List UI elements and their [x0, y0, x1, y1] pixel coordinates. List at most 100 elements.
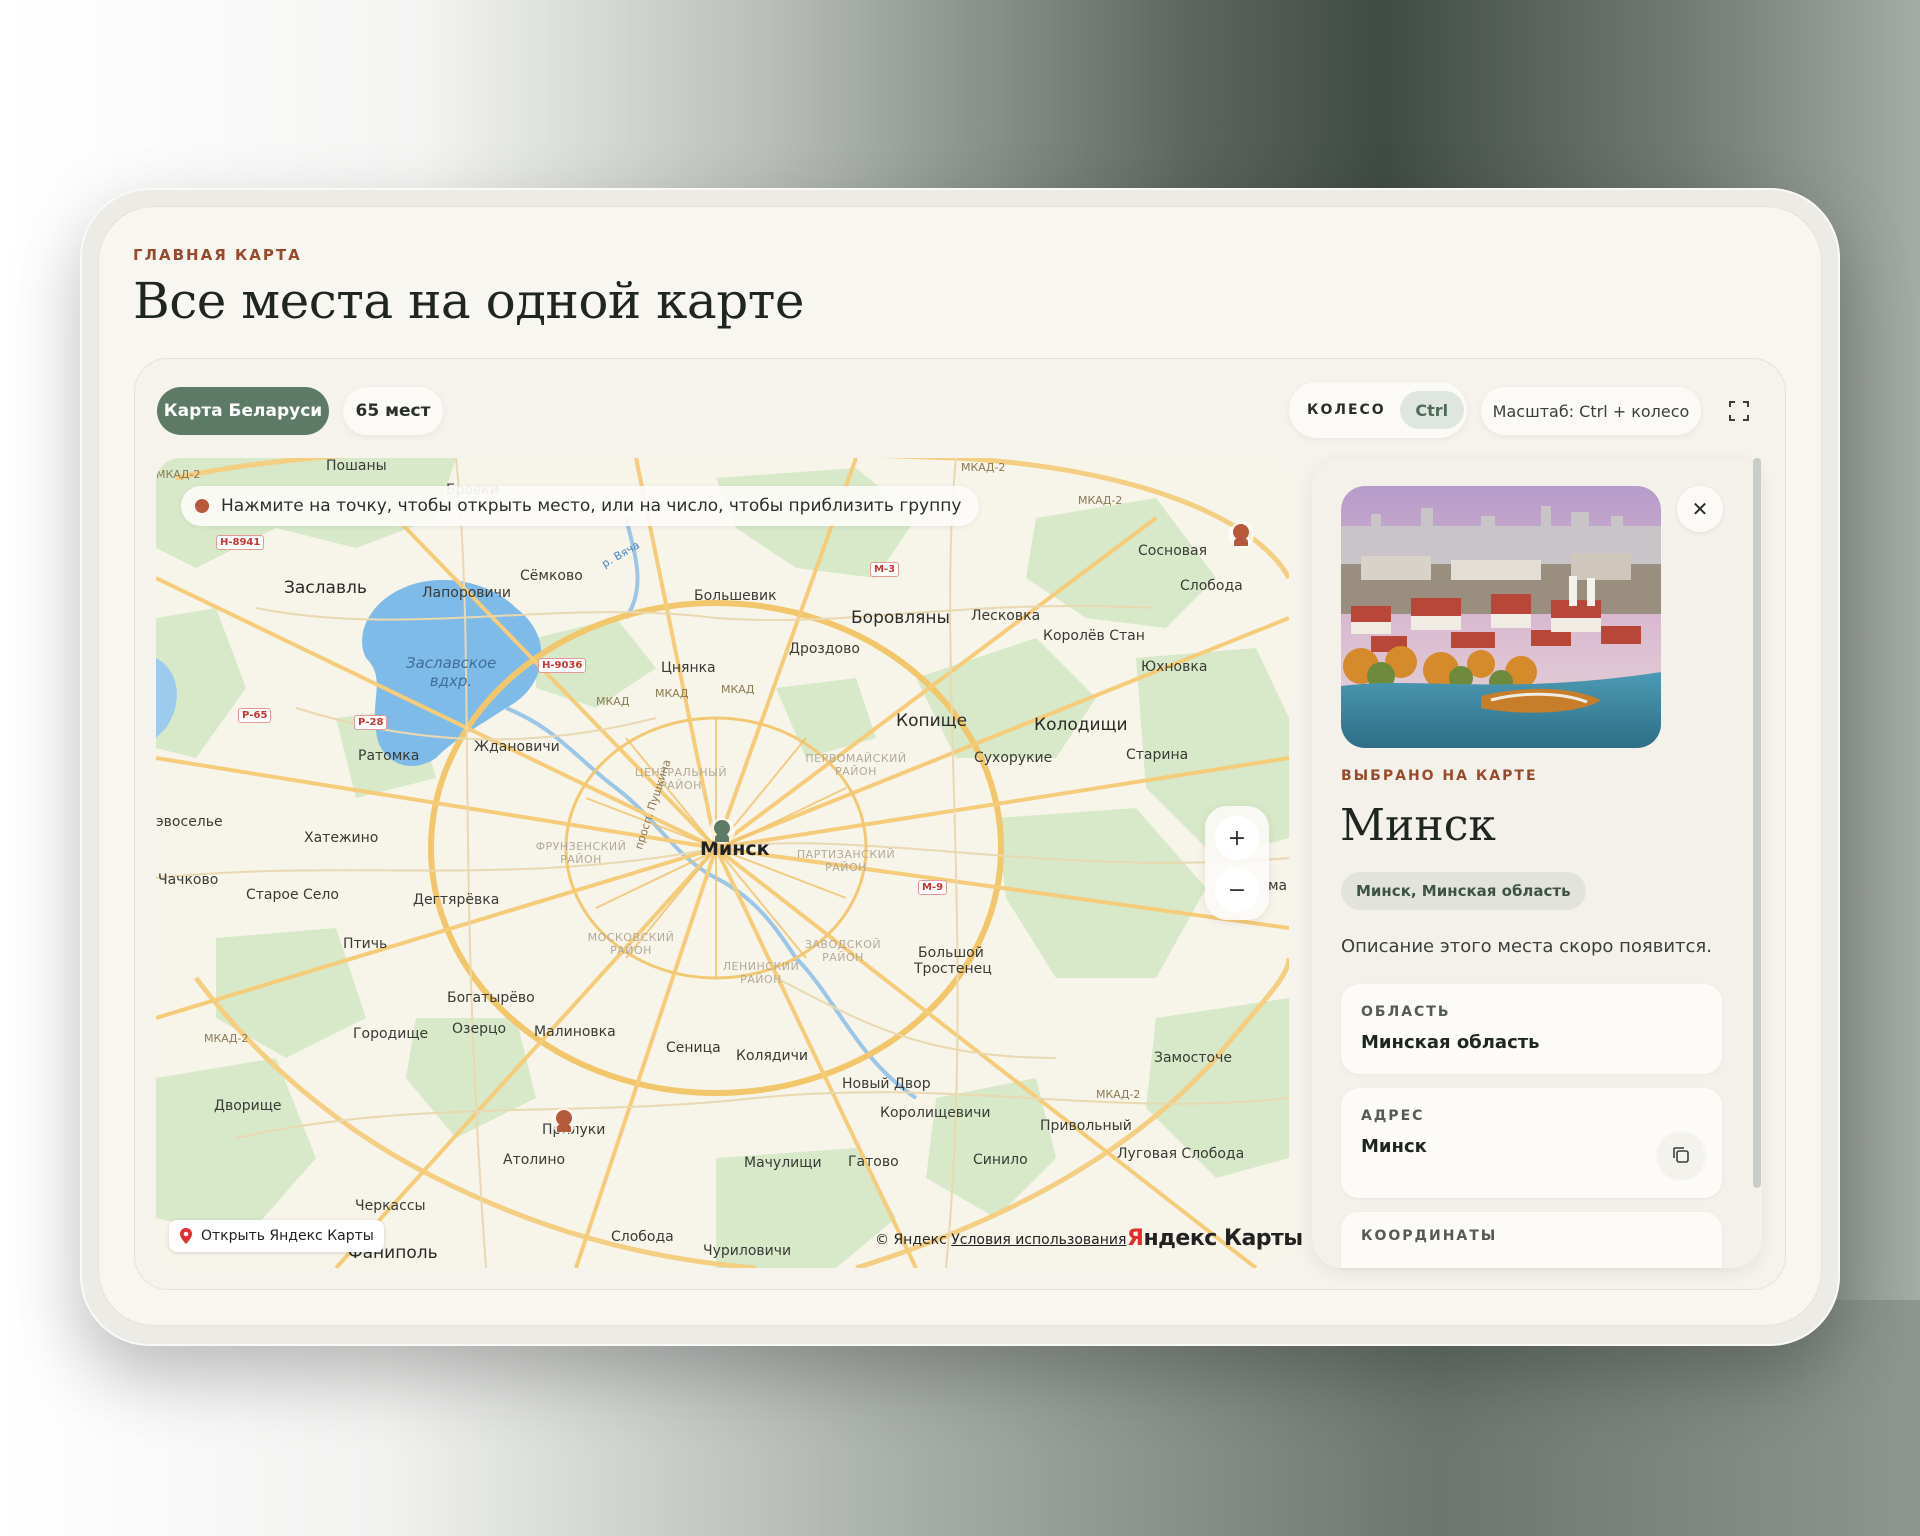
address-value: Минск — [1361, 1136, 1427, 1157]
map-label-chachkovo: Чачково — [158, 872, 219, 888]
map-marker-priluki[interactable] — [549, 1106, 579, 1142]
wheel-mode-toggle[interactable]: КОЛЕСО Ctrl — [1289, 382, 1467, 438]
ctrl-key-chip[interactable]: Ctrl — [1399, 391, 1464, 429]
place-photo — [1341, 486, 1661, 748]
coords-label: КООРДИНАТЫ — [1361, 1228, 1498, 1244]
fullscreen-button[interactable] — [1715, 387, 1763, 435]
map-label-privolny: Привольный — [1040, 1118, 1132, 1134]
map-label-cherkassy: Черкассы — [355, 1198, 426, 1214]
map-label-ptich: Птичь — [343, 936, 388, 952]
map-label-machulischi: Мачулищи — [744, 1155, 822, 1171]
map-label-leninsky: ЛЕНИНСКИЙ РАЙОН — [722, 960, 800, 986]
map-label-staroe: Старое Село — [246, 887, 339, 903]
map-label-yuhnovka: Юхновка — [1141, 659, 1208, 675]
road-badge-p65: Р-65 — [238, 708, 272, 723]
zoom-out-button[interactable]: − — [1215, 868, 1259, 912]
open-yandex-maps-button[interactable]: Открыть Яндекс Карты — [169, 1220, 384, 1252]
selected-label: ВЫБРАНО НА КАРТЕ — [1341, 768, 1538, 784]
zoom-controls: + − — [1205, 806, 1269, 920]
map-label-semkovo: Сёмково — [520, 568, 583, 584]
map-label-gorodische: Городище — [353, 1026, 429, 1042]
map-label-gatovo: Гатово — [848, 1154, 899, 1170]
open-yandex-label: Открыть Яндекс Карты — [201, 1228, 374, 1244]
map-label-zhdanovichi: Ждановичи — [474, 739, 560, 755]
belarus-map-button[interactable]: Карта Беларуси — [157, 387, 329, 435]
places-count-badge: 65 мест — [343, 387, 443, 435]
place-location-tag: Минск, Минская область — [1341, 872, 1586, 910]
region-label: ОБЛАСТЬ — [1361, 1004, 1451, 1020]
map-hint-bar: Нажмите на точку, чтобы открыть место, и… — [181, 486, 980, 526]
map-label-starina: Старина — [1126, 747, 1189, 763]
region-info-block: ОБЛАСТЬ Минская область — [1341, 984, 1722, 1074]
map-label-mkad2-right: МКАД-2 — [1078, 494, 1123, 507]
map-label-suhorukie: Сухорукие — [974, 750, 1053, 766]
map-label-mkad2-left: МКАД-2 — [204, 1032, 249, 1045]
fullscreen-icon — [1729, 401, 1749, 421]
place-description: Описание этого места скоро появится. — [1341, 936, 1712, 957]
map-label-novy-dvor: Новый Двор — [842, 1076, 931, 1092]
road-badge-m3: М-3 — [870, 562, 900, 577]
map-label-sosnovaya: Сосновая — [1138, 543, 1208, 559]
road-badge-h9036: Н-9036 — [538, 658, 587, 673]
map-label-frunzensky: ФРУНЗЕНСКИЙ РАЙОН — [535, 840, 627, 866]
map-label-hatezhino: Хатежино — [304, 830, 379, 846]
map-label-degtyarevka: Дегтярёвка — [413, 892, 500, 908]
coords-info-block: КООРДИНАТЫ — [1341, 1212, 1722, 1268]
close-card-button[interactable]: ✕ — [1677, 486, 1723, 532]
map-label-zaslavl: Заславль — [284, 578, 367, 598]
map-label-senitsa: Сеница — [666, 1040, 721, 1056]
map-pin-icon — [180, 1228, 192, 1244]
map-label-trostenets: Тростенец — [914, 961, 992, 977]
card-scrollbar[interactable] — [1753, 458, 1761, 1188]
map-label-korolev: Королёв Стан — [1043, 628, 1145, 644]
hint-dot-icon — [195, 499, 209, 513]
map-marker-sosnovaya[interactable] — [1226, 520, 1256, 556]
map-label-mkad-1: МКАД — [596, 695, 630, 708]
map-label-leskovka: Лесковка — [971, 608, 1041, 624]
page-eyebrow: ГЛАВНАЯ КАРТА — [133, 246, 302, 264]
place-name: Минск — [1340, 800, 1496, 851]
map-label-kolyadichi: Колядичи — [736, 1048, 809, 1064]
copy-icon — [1673, 1147, 1689, 1163]
map-label-vosele: эвоселье — [156, 814, 223, 830]
map-label-sloboda2: Слобода — [611, 1229, 674, 1245]
map-label-ma: ма — [1268, 878, 1288, 894]
map-label-ozertso: Озерцо — [452, 1021, 507, 1037]
map-label-bogatyrevo: Богатырёво — [447, 990, 535, 1006]
zoom-in-button[interactable]: + — [1215, 816, 1259, 860]
map-label-ratomka: Ратомка — [358, 748, 420, 764]
address-label: АДРЕС — [1361, 1108, 1425, 1124]
terms-link[interactable]: Условия использования — [951, 1232, 1126, 1248]
map-label-mkad2-top: МКАД-2 — [961, 461, 1006, 474]
road-badge-p28: Р-28 — [354, 715, 388, 730]
region-value: Минская область — [1361, 1032, 1540, 1053]
map-label-moskovsky: МОСКОВСКИЙ РАЙОН — [587, 931, 675, 957]
map-label-pervomay: ПЕРВОМАЙСКИЙ РАЙОН — [805, 752, 907, 778]
wheel-label: КОЛЕСО — [1307, 402, 1386, 418]
map-label-malinovka: Малиновка — [534, 1024, 616, 1040]
copy-address-button[interactable] — [1658, 1132, 1704, 1178]
map-label-poshany: Пошаны — [326, 458, 387, 474]
map-label-sinilo: Синило — [973, 1152, 1028, 1168]
map-canvas[interactable]: Заславль Боровляны Копище Колодищи Минск… — [156, 458, 1289, 1268]
map-marker-minsk[interactable] — [707, 816, 737, 852]
map-label-mkad2-br: МКАД-2 — [1096, 1088, 1141, 1101]
map-hint-text: Нажмите на точку, чтобы открыть место, и… — [221, 496, 962, 516]
map-label-tsnyanka: Цнянка — [661, 660, 716, 676]
map-label-mkad-2: МКАД — [655, 687, 689, 700]
map-label-lugovaya: Луговая Слобода — [1117, 1146, 1245, 1162]
map-label-drozdovo: Дроздово — [789, 641, 860, 657]
map-label-dvorische: Дворище — [214, 1098, 282, 1114]
map-label-korol: Королищевичи — [880, 1105, 991, 1121]
map-label-mkad-3: МКАД — [721, 683, 755, 696]
road-badge-m9: М-9 — [918, 880, 948, 895]
map-label-zamostochye: Замосточе — [1154, 1050, 1232, 1066]
copyright-text: © Яндекс — [875, 1232, 947, 1248]
map-label-partizansky: ПАРТИЗАНСКИЙ РАЙОН — [796, 848, 896, 874]
map-label-mkad2-tl: МКАД-2 — [156, 468, 201, 481]
map-label-atolino: Атолино — [503, 1152, 566, 1168]
map-label-churilovichi: Чуриловичи — [703, 1243, 792, 1259]
address-info-block: АДРЕС Минск — [1341, 1088, 1722, 1198]
map-label-central: ЦЕНТРАЛЬНЫЙ РАЙОН — [634, 766, 728, 792]
map-label-lapo: Лапоровичи — [422, 585, 511, 601]
